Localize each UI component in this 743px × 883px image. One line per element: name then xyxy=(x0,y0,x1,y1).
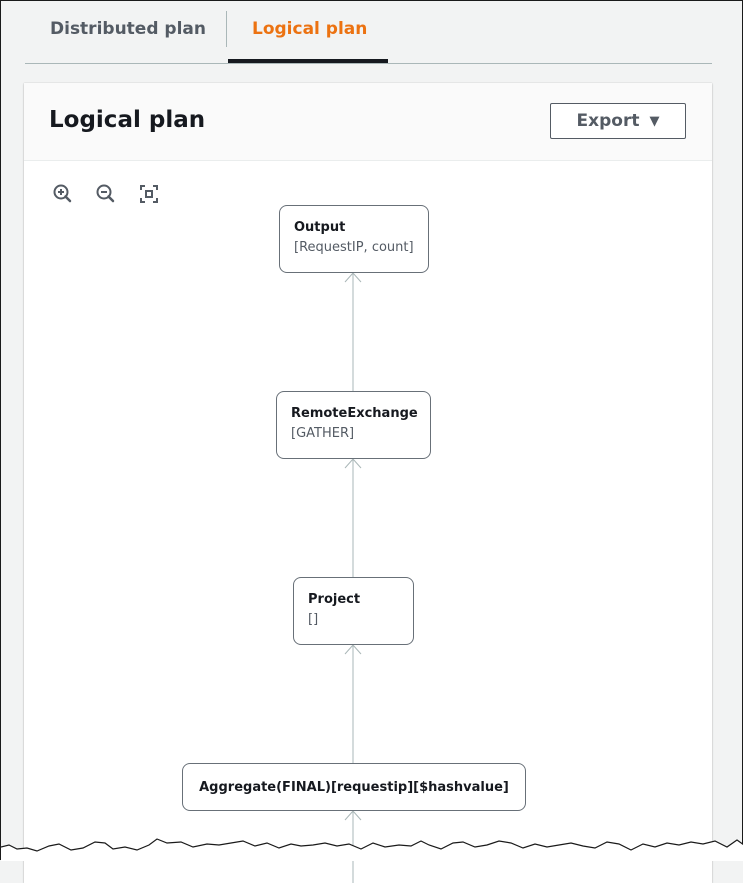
edge-project-to-remoteexchange xyxy=(344,458,362,577)
plan-tabs: Distributed plan Logical plan xyxy=(25,1,712,64)
edge-remoteexchange-to-output xyxy=(344,272,362,391)
logical-plan-panel: Logical plan Export ▼ Output [RequestIP,… xyxy=(24,83,712,883)
zoom-out-icon[interactable] xyxy=(95,183,117,205)
node-detail: [GATHER] xyxy=(291,426,355,441)
torn-edge xyxy=(1,838,743,861)
node-title: Output xyxy=(294,220,346,235)
node-detail: [RequestIP, count] xyxy=(294,240,414,255)
node-detail: [] xyxy=(308,612,319,627)
node-title: Project xyxy=(308,592,361,607)
active-tab-indicator xyxy=(228,59,388,63)
tab-distributed-plan[interactable]: Distributed plan xyxy=(50,19,206,39)
plan-node-project[interactable]: Project [] xyxy=(293,577,414,645)
plan-node-output[interactable]: Output [RequestIP, count] xyxy=(279,205,429,273)
node-title: Aggregate(FINAL)[requestip][$hashvalue] xyxy=(199,779,509,795)
edge-aggregate-to-project xyxy=(344,644,362,763)
fit-to-screen-icon[interactable] xyxy=(138,183,160,205)
plan-node-remoteexchange[interactable]: RemoteExchange [GATHER] xyxy=(276,391,431,459)
tab-logical-plan[interactable]: Logical plan xyxy=(252,19,367,39)
node-title: RemoteExchange xyxy=(291,406,418,421)
plan-node-aggregate[interactable]: Aggregate(FINAL)[requestip][$hashvalue] xyxy=(182,763,526,811)
tab-separator xyxy=(226,11,227,47)
zoom-in-icon[interactable] xyxy=(52,183,74,205)
